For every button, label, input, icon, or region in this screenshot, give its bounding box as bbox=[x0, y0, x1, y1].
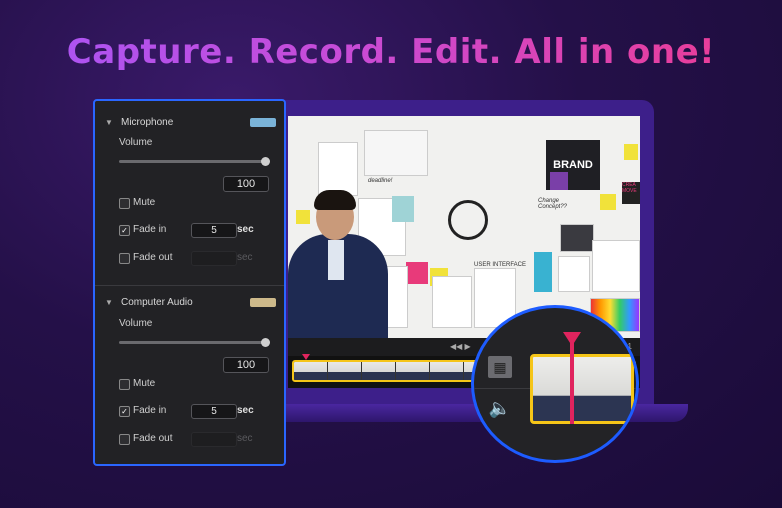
computer-audio-section-header[interactable]: ▼ Computer Audio bbox=[105, 295, 193, 309]
volume-label: Volume bbox=[119, 137, 153, 148]
clip-thumbnail bbox=[396, 362, 430, 380]
mute-label: Mute bbox=[133, 197, 156, 208]
presenter-hair bbox=[314, 190, 356, 210]
speaker-icon[interactable]: 🔈 bbox=[486, 396, 514, 420]
fade-in-label: Fade in bbox=[133, 405, 167, 416]
unit-label: sec bbox=[237, 433, 253, 444]
microphone-mute-checkbox[interactable] bbox=[119, 198, 130, 209]
slider-knob[interactable] bbox=[261, 338, 270, 347]
sticky-note bbox=[534, 252, 552, 292]
microphone-fade-in-checkbox[interactable]: ✓ bbox=[119, 225, 130, 236]
computer-audio-fade-in-input[interactable]: 5 bbox=[191, 404, 237, 419]
computer-audio-fade-in-checkbox[interactable]: ✓ bbox=[119, 406, 130, 417]
unit-label: sec bbox=[237, 252, 253, 263]
headline: Capture. Record. Edit. All in one! bbox=[0, 32, 782, 72]
sticky-note bbox=[600, 194, 616, 210]
computer-audio-mute-checkbox[interactable] bbox=[119, 379, 130, 390]
clip-thumbnail bbox=[430, 362, 464, 380]
playhead-line[interactable] bbox=[570, 342, 574, 424]
lightbulb-drawing bbox=[448, 200, 488, 240]
presenter-shirt bbox=[328, 240, 344, 280]
video-clip[interactable] bbox=[530, 354, 634, 424]
sticky-note bbox=[406, 262, 428, 284]
computer-audio-color-swatch[interactable] bbox=[250, 298, 276, 307]
computer-audio-fade-out-input bbox=[191, 432, 237, 447]
playback-controls[interactable]: ◀◀ ▶ bbox=[450, 342, 471, 351]
section-divider bbox=[95, 285, 284, 286]
computer-audio-fade-out-checkbox[interactable] bbox=[119, 434, 130, 445]
computer-audio-volume-slider[interactable] bbox=[119, 341, 265, 344]
board-text: USER INTERFACE bbox=[474, 262, 527, 268]
board-paper bbox=[432, 276, 472, 328]
volume-label: Volume bbox=[119, 318, 153, 329]
video-frame: BRAND CREA MOVE USER INTERFACE deadline!… bbox=[288, 116, 640, 338]
section-title: Computer Audio bbox=[121, 296, 193, 308]
sticky-note bbox=[392, 196, 414, 222]
fade-out-label: Fade out bbox=[133, 252, 173, 263]
microphone-volume-input[interactable]: 100 bbox=[223, 176, 269, 192]
mute-label: Mute bbox=[133, 378, 156, 389]
photo-print bbox=[560, 224, 594, 252]
chevron-down-icon[interactable]: ▼ bbox=[105, 118, 113, 127]
microphone-color-swatch[interactable] bbox=[250, 118, 276, 127]
sticky-note bbox=[624, 144, 638, 160]
playhead-handle[interactable] bbox=[563, 332, 581, 346]
computer-audio-volume-input[interactable]: 100 bbox=[223, 357, 269, 373]
board-paper bbox=[592, 240, 640, 292]
board-paper bbox=[558, 256, 590, 292]
unit-label: sec bbox=[237, 405, 254, 416]
audio-settings-panel: ▼ Microphone Volume 100 Mute ✓ Fade in 5… bbox=[93, 99, 286, 466]
board-paper bbox=[318, 142, 358, 196]
clip-thumbnail bbox=[362, 362, 396, 380]
fade-out-label: Fade out bbox=[133, 433, 173, 444]
clip-thumbnail bbox=[294, 362, 328, 380]
microphone-fade-in-input[interactable]: 5 bbox=[191, 223, 237, 238]
sticky-note bbox=[296, 210, 310, 224]
clip-thumbnail bbox=[328, 362, 362, 380]
sticky-note bbox=[550, 172, 568, 190]
unit-label: sec bbox=[237, 224, 254, 235]
timeline-zoom-magnifier: ▦ 🔈 bbox=[471, 305, 639, 463]
calendar-paper bbox=[364, 130, 428, 176]
microphone-fade-out-input bbox=[191, 251, 237, 266]
microphone-section-header[interactable]: ▼ Microphone bbox=[105, 115, 173, 129]
board-text: Change Concept?? bbox=[538, 198, 568, 210]
creative-card: CREA MOVE bbox=[622, 182, 640, 204]
section-title: Microphone bbox=[121, 116, 174, 128]
film-icon[interactable]: ▦ bbox=[488, 356, 512, 378]
slider-knob[interactable] bbox=[261, 157, 270, 166]
fade-in-label: Fade in bbox=[133, 224, 167, 235]
board-text: deadline! bbox=[368, 178, 393, 184]
chevron-down-icon[interactable]: ▼ bbox=[105, 298, 113, 307]
microphone-volume-slider[interactable] bbox=[119, 160, 265, 163]
microphone-fade-out-checkbox[interactable] bbox=[119, 253, 130, 264]
